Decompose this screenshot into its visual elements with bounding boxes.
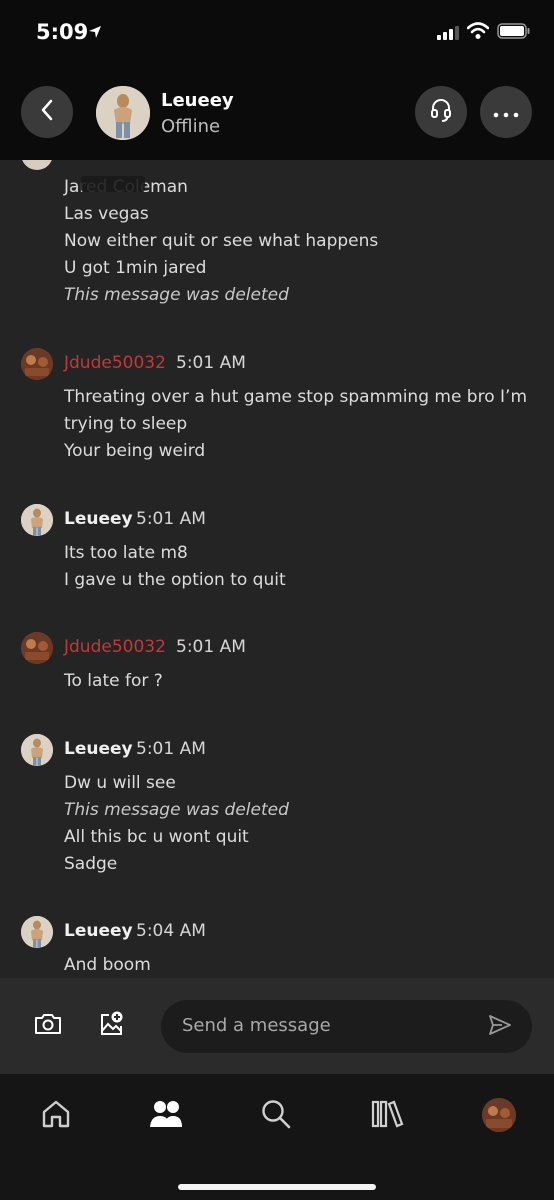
nav-home[interactable] xyxy=(36,1096,76,1136)
location-arrow-icon xyxy=(88,24,102,43)
message-text: trying to sleep xyxy=(64,414,188,434)
chevron-left-icon xyxy=(40,99,54,125)
message-text: Sadge xyxy=(64,854,118,874)
redaction-mark xyxy=(81,176,145,192)
sender-name[interactable]: Leueey xyxy=(64,509,133,529)
message-text: To late for ? xyxy=(64,671,163,691)
message-text: Dw u will see xyxy=(64,773,176,793)
send-icon[interactable] xyxy=(488,1014,512,1040)
message-text: All this bc u wont quit xyxy=(64,827,249,847)
sender-name[interactable]: Jdude50032 xyxy=(64,353,166,373)
avatar[interactable] xyxy=(21,916,53,948)
friends-icon xyxy=(148,1098,184,1134)
nav-profile-avatar[interactable] xyxy=(482,1098,516,1132)
search-icon xyxy=(260,1098,292,1134)
deleted-message: This message was deleted xyxy=(64,800,289,820)
call-button[interactable] xyxy=(415,86,467,138)
message-text: Las vegas xyxy=(64,204,149,224)
message-timestamp: 5:01 AM xyxy=(176,637,246,657)
message-timestamp: 5:04 AM xyxy=(136,921,206,941)
deleted-message: This message was deleted xyxy=(64,285,289,305)
message-text: I gave u the option to quit xyxy=(64,570,286,590)
more-horizontal-icon xyxy=(493,103,519,122)
signal-icon xyxy=(437,25,459,44)
battery-icon xyxy=(497,23,531,43)
avatar[interactable] xyxy=(21,734,53,766)
status-bar: 5:09 xyxy=(0,0,554,70)
headset-icon xyxy=(429,97,453,127)
nav-search[interactable] xyxy=(256,1096,296,1136)
message-timestamp: 5:01 AM xyxy=(176,353,246,373)
message-text: Now either quit or see what happens xyxy=(64,231,379,251)
message-input-placeholder[interactable]: Send a message xyxy=(182,1015,331,1036)
camera-icon[interactable] xyxy=(33,1011,63,1041)
avatar[interactable] xyxy=(21,632,53,664)
avatar[interactable] xyxy=(21,160,53,170)
sender-name[interactable]: Leueey xyxy=(64,921,133,941)
avatar[interactable] xyxy=(21,504,53,536)
nav-friends[interactable] xyxy=(146,1096,186,1136)
message-timestamp: 5:01 AM xyxy=(136,739,206,759)
contact-status: Offline xyxy=(161,116,221,137)
contact-name[interactable]: Leueey xyxy=(161,90,234,111)
top-bar: 5:09 Leueey Offline xyxy=(0,0,554,160)
message-list[interactable]: Jared Coleman Las vegas Now either quit … xyxy=(0,160,554,978)
more-options-button[interactable] xyxy=(480,86,532,138)
nav-library[interactable] xyxy=(368,1096,408,1136)
library-icon xyxy=(371,1099,405,1133)
sender-name[interactable]: Leueey xyxy=(64,739,133,759)
home-indicator[interactable] xyxy=(178,1184,376,1190)
status-time: 5:09 xyxy=(36,20,89,44)
message-text: Threating over a hut game stop spamming … xyxy=(64,387,528,407)
avatar[interactable] xyxy=(21,348,53,380)
back-button[interactable] xyxy=(21,86,73,138)
message-text: U got 1min jared xyxy=(64,258,207,278)
sender-name[interactable]: Jdude50032 xyxy=(64,637,166,657)
message-text: Its too late m8 xyxy=(64,543,188,563)
add-image-icon[interactable] xyxy=(98,1010,126,1042)
message-timestamp: 5:01 AM xyxy=(136,509,206,529)
contact-avatar[interactable] xyxy=(96,86,150,140)
bottom-nav xyxy=(0,1074,554,1200)
message-text: And boom xyxy=(64,955,151,975)
wifi-icon xyxy=(466,22,490,44)
home-icon xyxy=(40,1098,72,1134)
message-text: Your being weird xyxy=(64,441,206,461)
